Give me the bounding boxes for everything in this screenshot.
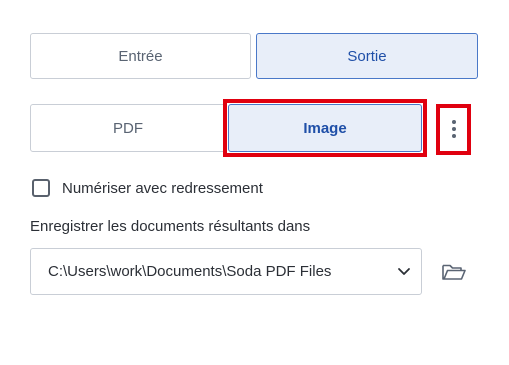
output-tab[interactable]: Sortie [256,33,478,79]
vertical-ellipsis-icon-dot [452,127,456,131]
chevron-down-icon [398,268,410,275]
browse-folder-button[interactable] [440,260,468,284]
deskew-label: Numériser avec redressement [62,179,263,197]
save-path-dropdown[interactable]: C:\Users\work\Documents\Soda PDF Files [30,248,422,295]
scan-settings-panel: Entrée Sortie PDF Image Numériser avec r… [0,0,509,365]
input-tab[interactable]: Entrée [30,33,251,79]
vertical-ellipsis-icon [452,120,456,124]
deskew-checkbox[interactable] [32,179,50,197]
save-location-label: Enregistrer les documents résultants dan… [30,218,311,235]
deskew-option[interactable]: Numériser avec redressement [32,176,263,200]
pdf-format-button[interactable]: PDF [30,104,226,152]
pdf-format-label: PDF [113,119,143,137]
vertical-ellipsis-icon-dot [452,134,456,138]
folder-open-icon [442,264,466,280]
image-format-button[interactable]: Image [228,104,422,152]
save-path-value: C:\Users\work\Documents\Soda PDF Files [48,263,332,280]
more-options-button[interactable] [444,112,464,146]
input-tab-label: Entrée [118,47,163,65]
output-tab-label: Sortie [347,47,387,65]
image-format-label: Image [303,119,347,137]
